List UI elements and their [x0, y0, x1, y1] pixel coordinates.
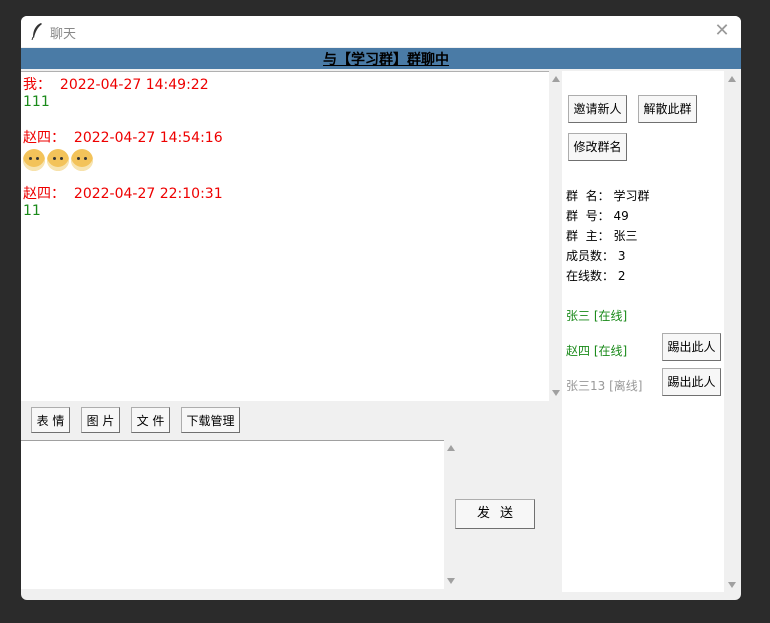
title-bar: 聊天 ✕: [21, 16, 741, 47]
message-header: 我： 2022-04-27 14:49:22: [23, 74, 209, 94]
window-title: 聊天: [50, 27, 77, 42]
online-count-row: 在线数： 2: [566, 267, 625, 284]
message-item: 赵四： 2022-04-27 22:10:31 11: [23, 183, 223, 219]
emoji-row: [23, 149, 223, 171]
invite-button[interactable]: 邀请新人: [568, 95, 627, 123]
send-button[interactable]: 发送: [455, 499, 535, 529]
group-id-row: 群 号： 49: [566, 207, 629, 224]
kick-member-button[interactable]: 踢出此人: [662, 333, 721, 361]
feather-icon: [31, 23, 42, 40]
message-time: 2022-04-27 22:10:31: [73, 186, 223, 202]
scroll-down-icon[interactable]: [447, 578, 455, 584]
scroll-up-icon[interactable]: [728, 76, 736, 82]
message-header: 赵四： 2022-04-27 22:10:31: [23, 183, 223, 203]
dog-face-icon: [47, 149, 69, 171]
group-name-row: 群 名： 学习群: [566, 187, 649, 204]
member-count-label: 成员数：: [566, 249, 615, 263]
message-header: 赵四： 2022-04-27 14:54:16: [23, 127, 223, 147]
message-sender: 赵四：: [23, 130, 65, 146]
member-count-value: 3: [617, 249, 626, 263]
group-name-value: 学习群: [613, 189, 650, 203]
dog-face-icon: [23, 149, 45, 171]
group-owner-label: 群 主：: [566, 229, 610, 243]
group-id-value: 49: [613, 209, 629, 223]
online-count-value: 2: [617, 269, 626, 283]
scroll-up-icon[interactable]: [552, 76, 560, 82]
close-icon[interactable]: ✕: [711, 20, 733, 42]
scroll-up-icon[interactable]: [447, 445, 455, 451]
group-owner-row: 群 主： 张三: [566, 227, 637, 244]
scroll-down-icon[interactable]: [552, 390, 560, 396]
member-item: 张三13 [离线]: [566, 379, 643, 393]
dissolve-group-button[interactable]: 解散此群: [638, 95, 697, 123]
chat-scrollbar[interactable]: [549, 72, 563, 400]
message-sender: 我：: [23, 77, 51, 93]
image-button[interactable]: 图 片: [81, 407, 120, 433]
scroll-down-icon[interactable]: [728, 582, 736, 588]
group-name-label: 群 名：: [566, 189, 610, 203]
member-item: 张三 [在线]: [566, 309, 628, 323]
emoji-button[interactable]: 表 情: [31, 407, 70, 433]
banner-text: 与【学习群】群聊中: [323, 52, 449, 68]
member-item: 赵四 [在线]: [566, 344, 628, 358]
message-item: 赵四： 2022-04-27 14:54:16: [23, 127, 223, 171]
group-id-label: 群 号：: [566, 209, 610, 223]
side-scrollbar[interactable]: [725, 72, 739, 592]
group-banner: 与【学习群】群聊中: [21, 48, 741, 69]
member-count-row: 成员数： 3: [566, 247, 625, 264]
message-input[interactable]: [21, 440, 444, 589]
chat-window: 聊天 ✕ 与【学习群】群聊中 我： 2022-04-27 14:49:22 11…: [21, 16, 741, 600]
message-time: 2022-04-27 14:54:16: [73, 130, 223, 146]
kick-member-button[interactable]: 踢出此人: [662, 368, 721, 396]
message-text: 11: [23, 203, 41, 219]
message-sender: 赵四：: [23, 186, 65, 202]
file-button[interactable]: 文 件: [131, 407, 170, 433]
dog-face-icon: [71, 149, 93, 171]
group-side-panel: 邀请新人 解散此群 修改群名 群 名： 学习群 群 号： 49 群 主： 张三 …: [562, 71, 724, 592]
message-time: 2022-04-27 14:49:22: [59, 77, 209, 93]
rename-group-button[interactable]: 修改群名: [568, 133, 627, 161]
message-item: 我： 2022-04-27 14:49:22 111: [23, 74, 209, 110]
download-manager-button[interactable]: 下载管理: [181, 407, 240, 433]
online-count-label: 在线数：: [566, 269, 615, 283]
group-owner-value: 张三: [613, 229, 638, 243]
message-text: 111: [23, 94, 50, 110]
chat-history[interactable]: 我： 2022-04-27 14:49:22 111 赵四： 2022-04-2…: [21, 71, 549, 401]
